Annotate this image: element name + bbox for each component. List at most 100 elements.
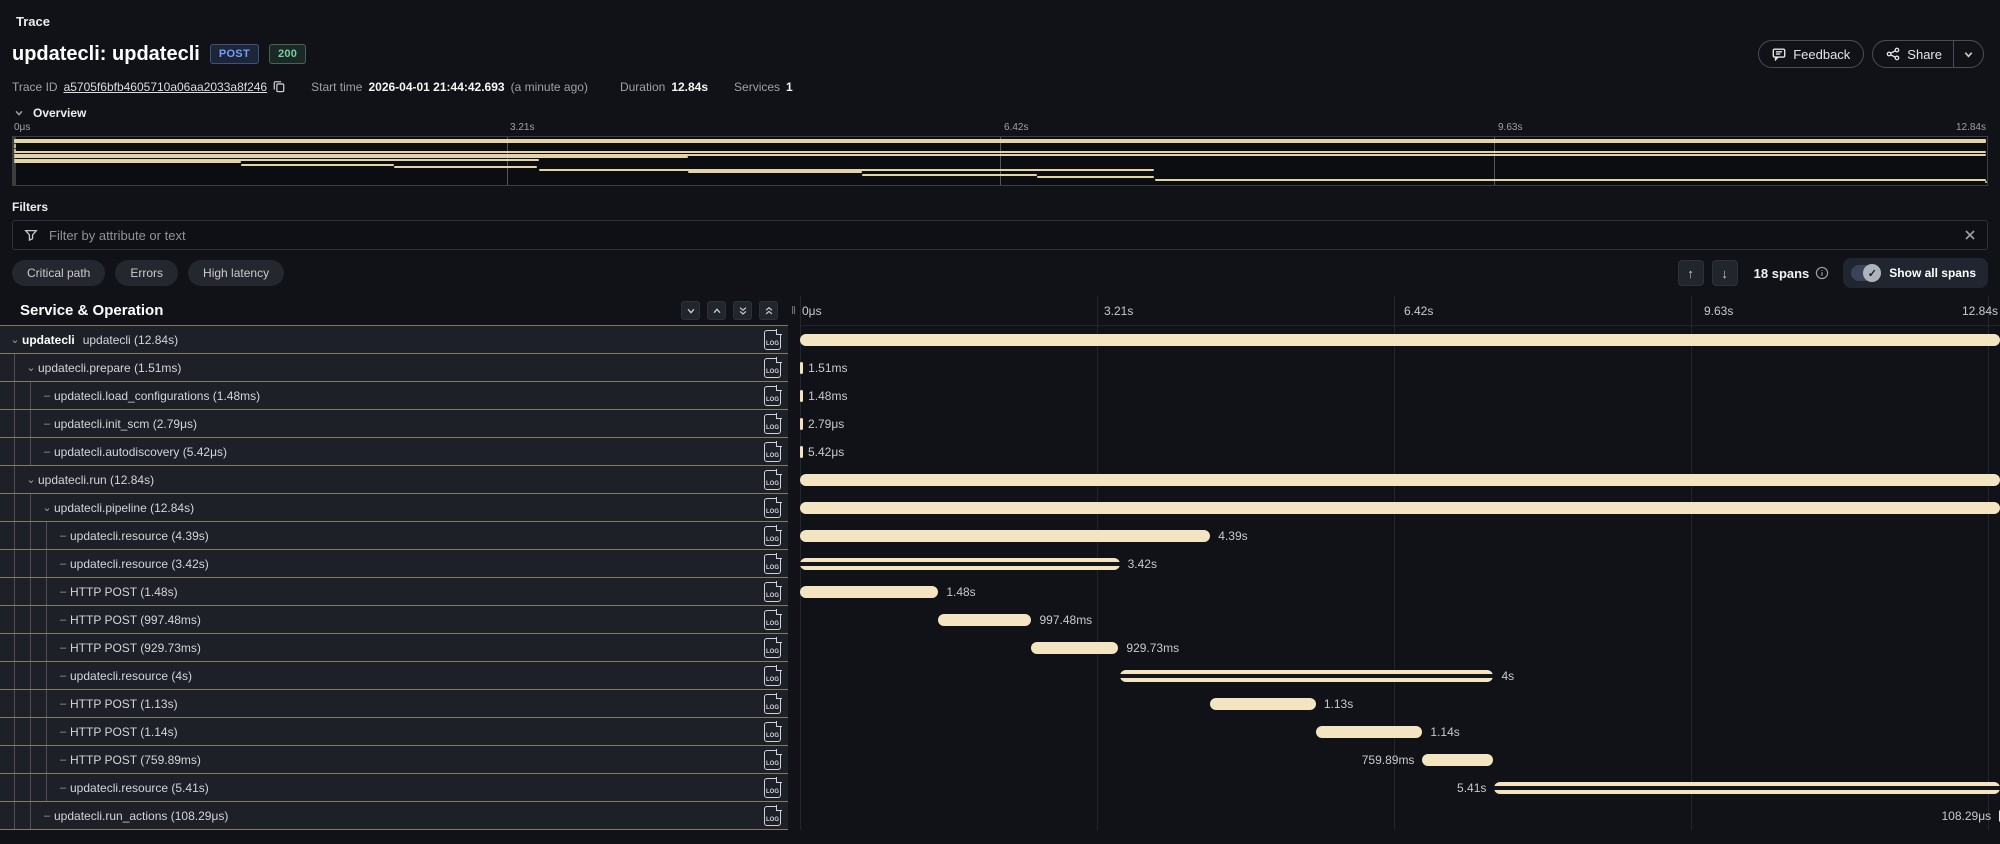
span-bar[interactable] bbox=[800, 362, 803, 374]
span-name-cell[interactable]: – updatecli.resource (4.39s) LOG bbox=[0, 522, 788, 550]
span-bar[interactable] bbox=[800, 474, 2000, 486]
span-bar[interactable] bbox=[1210, 698, 1316, 710]
info-icon[interactable] bbox=[1815, 266, 1829, 280]
share-menu-button[interactable] bbox=[1953, 41, 1983, 67]
log-icon[interactable]: LOG bbox=[764, 805, 782, 826]
filter-input[interactable] bbox=[47, 226, 1955, 244]
span-bar[interactable] bbox=[800, 502, 2000, 514]
span-row[interactable]: – HTTP POST (1.48s) LOG 1.48s bbox=[0, 578, 2000, 606]
expand-one-button[interactable] bbox=[707, 301, 726, 320]
span-name-cell[interactable]: – HTTP POST (929.73ms) LOG bbox=[0, 634, 788, 662]
span-name-cell[interactable]: – updatecli.resource (4s) LOG bbox=[0, 662, 788, 690]
span-timeline-cell[interactable]: 1.13s bbox=[800, 690, 2000, 718]
span-bar[interactable] bbox=[1119, 670, 1494, 682]
span-timeline-cell[interactable]: 5.41s bbox=[800, 774, 2000, 802]
log-icon[interactable]: LOG bbox=[764, 469, 782, 490]
span-name-cell[interactable]: – updatecli.load_configurations (1.48ms) L… bbox=[0, 382, 788, 410]
span-timeline-cell[interactable]: 2.79μs bbox=[800, 410, 2000, 438]
span-timeline-cell[interactable] bbox=[800, 466, 2000, 494]
span-timeline-cell[interactable] bbox=[800, 326, 2000, 354]
span-bar[interactable] bbox=[1031, 642, 1119, 654]
span-timeline-cell[interactable]: 929.73ms bbox=[800, 634, 2000, 662]
span-name-cell[interactable]: – HTTP POST (997.48ms) LOG bbox=[0, 606, 788, 634]
log-icon[interactable]: LOG bbox=[764, 441, 782, 462]
span-row[interactable]: – updatecli.init_scm (2.79μs) LOG 2.79μs bbox=[0, 410, 2000, 438]
span-name-cell[interactable]: – updatecli.resource (5.41s) LOG bbox=[0, 774, 788, 802]
span-name-cell[interactable]: – HTTP POST (1.13s) LOG bbox=[0, 690, 788, 718]
filter-chip-critical-path[interactable]: Critical path bbox=[12, 260, 106, 286]
span-bar[interactable] bbox=[800, 446, 803, 458]
span-row[interactable]: – updatecli.resource (4.39s) LOG 4.39s bbox=[0, 522, 2000, 550]
span-name-cell[interactable]: – updatecli.init_scm (2.79μs) LOG bbox=[0, 410, 788, 438]
span-timeline-cell[interactable]: 759.89ms bbox=[800, 746, 2000, 774]
span-bar[interactable] bbox=[800, 418, 803, 430]
span-bar[interactable] bbox=[1494, 782, 2000, 794]
span-timeline-cell[interactable]: 5.42μs bbox=[800, 438, 2000, 466]
log-icon[interactable]: LOG bbox=[764, 357, 782, 378]
span-row[interactable]: – updatecli.run_actions (108.29μs) LOG 108.… bbox=[0, 802, 2000, 830]
share-button[interactable]: Share bbox=[1873, 41, 1953, 67]
log-icon[interactable]: LOG bbox=[764, 609, 782, 630]
chevron-down-icon[interactable]: ⌄ bbox=[8, 333, 22, 346]
span-timeline-cell[interactable]: 1.51ms bbox=[800, 354, 2000, 382]
span-name-cell[interactable]: – HTTP POST (1.48s) LOG bbox=[0, 578, 788, 606]
log-icon[interactable]: LOG bbox=[764, 749, 782, 770]
span-bar[interactable] bbox=[938, 614, 1032, 626]
log-icon[interactable]: LOG bbox=[764, 413, 782, 434]
span-name-cell[interactable]: ⌄ updatecli updatecli (12.84s) LOG bbox=[0, 326, 788, 354]
span-bar[interactable] bbox=[800, 530, 1211, 542]
log-icon[interactable]: LOG bbox=[764, 581, 782, 602]
span-name-cell[interactable]: – HTTP POST (759.89ms) LOG bbox=[0, 746, 788, 774]
span-row[interactable]: – updatecli.resource (4s) LOG 4s bbox=[0, 662, 2000, 690]
span-row[interactable]: – HTTP POST (1.13s) LOG 1.13s bbox=[0, 690, 2000, 718]
log-icon[interactable]: LOG bbox=[764, 665, 782, 686]
span-row[interactable]: – HTTP POST (929.73ms) LOG 929.73ms bbox=[0, 634, 2000, 662]
span-row[interactable]: – updatecli.load_configurations (1.48ms) L… bbox=[0, 382, 2000, 410]
span-row[interactable]: ⌄ updatecli updatecli (12.84s) LOG bbox=[0, 326, 2000, 354]
span-name-cell[interactable]: – updatecli.run_actions (108.29μs) LOG bbox=[0, 802, 788, 830]
span-timeline-cell[interactable]: 108.29μs bbox=[800, 802, 2000, 830]
span-name-cell[interactable]: – updatecli.resource (3.42s) LOG bbox=[0, 550, 788, 578]
span-timeline-cell[interactable]: 997.48ms bbox=[800, 606, 2000, 634]
span-timeline-cell[interactable]: 4.39s bbox=[800, 522, 2000, 550]
log-icon[interactable]: LOG bbox=[764, 385, 782, 406]
column-resize-handle[interactable]: ‖ bbox=[788, 296, 800, 326]
span-name-cell[interactable]: ⌄ updatecli.pipeline (12.84s) LOG bbox=[0, 494, 788, 522]
span-name-cell[interactable]: ⌄ updatecli.prepare (1.51ms) LOG bbox=[0, 354, 788, 382]
span-row[interactable]: ⌄ updatecli.pipeline (12.84s) LOG bbox=[0, 494, 2000, 522]
copy-icon[interactable] bbox=[273, 80, 285, 93]
span-timeline-cell[interactable]: 1.48s bbox=[800, 578, 2000, 606]
span-timeline-cell[interactable]: 1.14s bbox=[800, 718, 2000, 746]
span-timeline-cell[interactable] bbox=[800, 494, 2000, 522]
collapse-one-button[interactable] bbox=[681, 301, 700, 320]
expand-all-button[interactable] bbox=[759, 301, 778, 320]
overview-section-toggle[interactable]: Overview bbox=[14, 106, 2000, 120]
chevron-down-icon[interactable]: ⌄ bbox=[24, 361, 38, 374]
span-bar[interactable] bbox=[800, 558, 1120, 570]
span-row[interactable]: – updatecli.autodiscovery (5.42μs) LOG 5.42… bbox=[0, 438, 2000, 466]
chevron-down-icon[interactable]: ⌄ bbox=[24, 473, 38, 486]
minimap-canvas[interactable] bbox=[12, 136, 1988, 186]
span-name-cell[interactable]: – updatecli.autodiscovery (5.42μs) LOG bbox=[0, 438, 788, 466]
show-all-spans-toggle[interactable]: ✓ Show all spans bbox=[1843, 258, 1988, 288]
span-bar[interactable] bbox=[800, 334, 2000, 346]
span-bar[interactable] bbox=[800, 586, 939, 598]
log-icon[interactable]: LOG bbox=[764, 497, 782, 518]
span-row[interactable]: – HTTP POST (759.89ms) LOG 759.89ms bbox=[0, 746, 2000, 774]
log-icon[interactable]: LOG bbox=[764, 693, 782, 714]
span-name-cell[interactable]: ⌄ updatecli.run (12.84s) LOG bbox=[0, 466, 788, 494]
span-bar[interactable] bbox=[1422, 754, 1494, 766]
filter-chip-errors[interactable]: Errors bbox=[115, 260, 179, 286]
span-timeline-cell[interactable]: 3.42s bbox=[800, 550, 2000, 578]
span-name-cell[interactable]: – HTTP POST (1.14s) LOG bbox=[0, 718, 788, 746]
collapse-all-button[interactable] bbox=[733, 301, 752, 320]
span-bar[interactable] bbox=[800, 390, 803, 402]
span-row[interactable]: ⌄ updatecli.prepare (1.51ms) LOG 1.51ms bbox=[0, 354, 2000, 382]
clear-filter-icon[interactable] bbox=[1964, 229, 1976, 241]
span-row[interactable]: – updatecli.resource (3.42s) LOG 3.42s bbox=[0, 550, 2000, 578]
next-span-button[interactable]: ↓ bbox=[1711, 260, 1738, 286]
span-row[interactable]: – updatecli.resource (5.41s) LOG 5.41s bbox=[0, 774, 2000, 802]
span-timeline-cell[interactable]: 1.48ms bbox=[800, 382, 2000, 410]
log-icon[interactable]: LOG bbox=[764, 525, 782, 546]
log-icon[interactable]: LOG bbox=[764, 721, 782, 742]
